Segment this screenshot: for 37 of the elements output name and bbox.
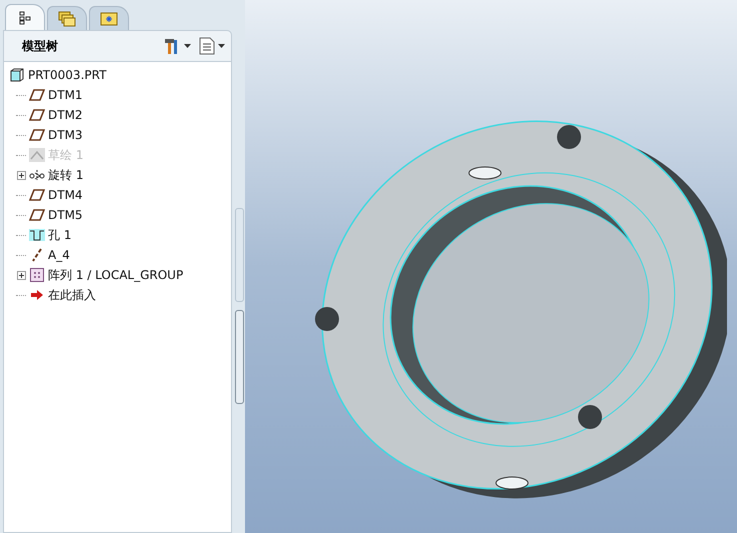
splitter-handle[interactable] [235, 208, 244, 302]
tree-item[interactable]: DTM5 [48, 208, 83, 222]
tree-item[interactable]: 孔 1 [48, 226, 72, 244]
splitter-handle[interactable] [235, 310, 244, 404]
tree-item[interactable]: DTM4 [48, 188, 83, 202]
tree-item[interactable]: DTM2 [48, 108, 83, 122]
pattern-icon [30, 268, 44, 282]
axis-icon [31, 248, 43, 262]
tree-item[interactable]: 阵列 1 / LOCAL_GROUP [48, 266, 184, 284]
settings-dropdown[interactable] [163, 37, 191, 55]
datum-plane-icon [29, 109, 45, 121]
star-folder-icon [100, 11, 118, 26]
tree-item[interactable]: A_4 [48, 248, 70, 262]
hole-icon [29, 229, 45, 241]
folders-icon [58, 10, 76, 26]
panel-tab[interactable] [5, 4, 45, 30]
caret-icon [218, 44, 225, 48]
tree-item[interactable]: DTM3 [48, 128, 83, 142]
list-icon [199, 37, 215, 55]
sketch-icon [29, 148, 45, 162]
caret-icon [184, 44, 191, 48]
show-dropdown[interactable] [199, 37, 225, 55]
tree-structure-icon [19, 10, 31, 24]
datum-plane-icon [29, 129, 45, 141]
tree-item[interactable]: 在此插入 [48, 286, 96, 304]
tree-item[interactable]: 旋转 1 [48, 166, 84, 184]
datum-plane-icon [29, 89, 45, 101]
expand-icon[interactable] [16, 170, 26, 180]
datum-plane-icon [29, 189, 45, 201]
panel-title: 模型树 [22, 38, 58, 54]
revolve-icon [29, 169, 45, 181]
part-icon [10, 68, 24, 82]
tree-item[interactable]: DTM1 [48, 88, 83, 102]
datum-plane-icon [29, 209, 45, 221]
expand-icon[interactable] [16, 270, 26, 280]
arrow-icon [30, 289, 44, 301]
tree-item[interactable]: PRT0003.PRT [28, 68, 106, 82]
